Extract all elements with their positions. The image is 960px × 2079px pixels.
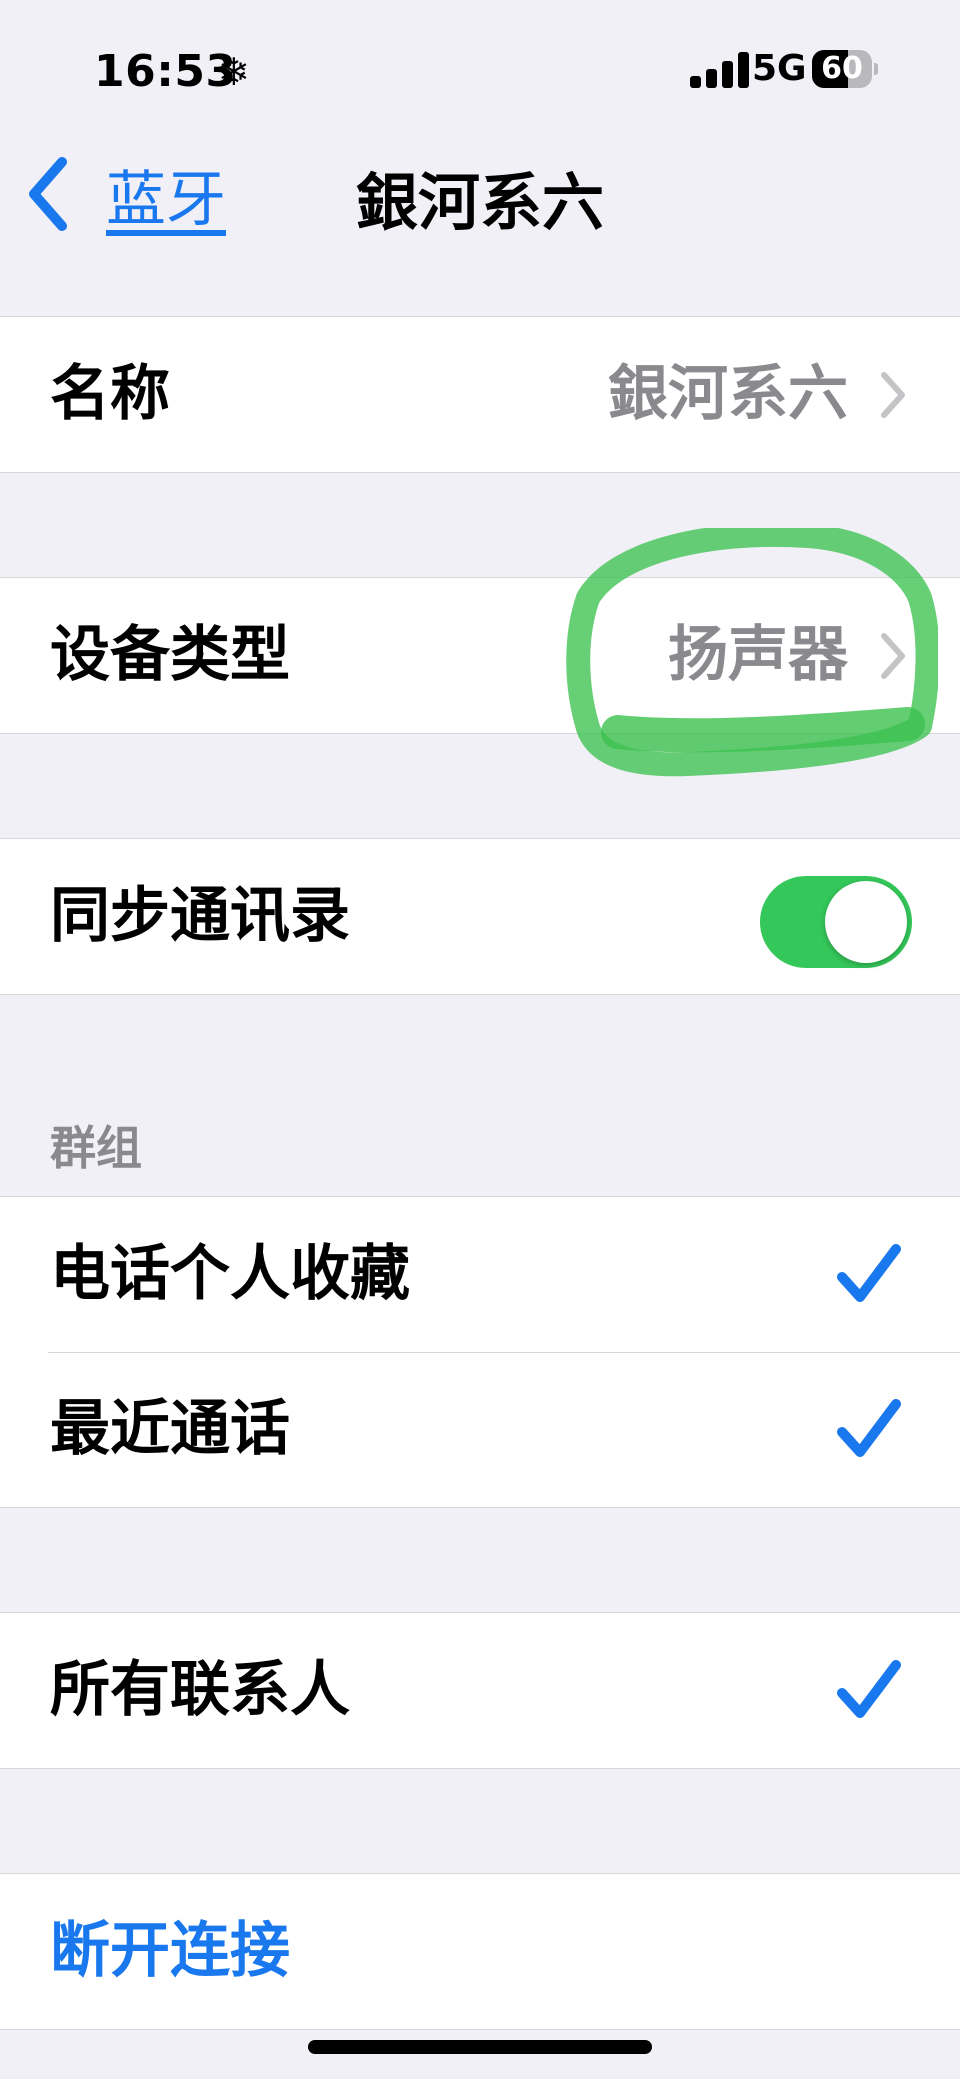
cellular-signal-icon <box>690 52 752 88</box>
device-type-group: 设备类型 扬声器 <box>0 577 960 734</box>
status-time: 16:53 <box>94 46 237 97</box>
battery-percent: 60 <box>821 51 863 86</box>
list-item-recent-calls[interactable]: 最近通话 <box>0 1352 960 1507</box>
name-value: 銀河系六 <box>608 359 848 429</box>
page-title: 銀河系六 <box>355 166 604 239</box>
battery-icon: 60 <box>812 50 878 88</box>
list-item-all-contacts[interactable]: 所有联系人 <box>0 1613 960 1768</box>
sync-contacts-toggle[interactable] <box>760 876 912 968</box>
sync-contacts-group: 同步通讯录 <box>0 838 960 995</box>
device-type-label: 设备类型 <box>50 620 290 690</box>
disconnect-button[interactable]: 断开连接 <box>0 1874 960 2029</box>
checkmark-icon <box>837 1399 901 1457</box>
recent-calls-label: 最近通话 <box>50 1394 290 1464</box>
name-group: 名称 銀河系六 <box>0 316 960 473</box>
name-row[interactable]: 名称 銀河系六 <box>0 317 960 472</box>
checkmark-icon <box>837 1244 901 1302</box>
disconnect-label: 断开连接 <box>50 1916 290 1986</box>
network-type: 5G <box>752 48 807 89</box>
checkmark-icon <box>837 1660 901 1718</box>
name-label: 名称 <box>50 359 170 429</box>
chevron-right-icon <box>881 633 905 679</box>
sync-contacts-label: 同步通讯录 <box>50 881 350 951</box>
sync-contacts-row: 同步通讯录 <box>0 839 960 994</box>
list-item-phone-favorites[interactable]: 电话个人收藏 <box>0 1197 960 1352</box>
all-contacts-label: 所有联系人 <box>50 1655 350 1725</box>
groups-section-header: 群组 <box>50 1121 142 1175</box>
device-type-value: 扬声器 <box>668 620 848 690</box>
navigation-bar: 蓝牙 銀河系六 <box>0 130 960 260</box>
focus-snowflake-icon: ❄ <box>218 50 250 94</box>
all-contacts-group: 所有联系人 <box>0 1612 960 1769</box>
phone-favorites-label: 电话个人收藏 <box>50 1239 410 1309</box>
home-indicator <box>308 2040 652 2054</box>
groups-list: 电话个人收藏 最近通话 <box>0 1196 960 1508</box>
device-type-row[interactable]: 设备类型 扬声器 <box>0 578 960 733</box>
status-bar: 16:53 ❄ 5G 60 <box>0 0 960 130</box>
chevron-right-icon <box>881 372 905 418</box>
disconnect-group: 断开连接 <box>0 1873 960 2030</box>
toggle-knob <box>825 881 907 963</box>
